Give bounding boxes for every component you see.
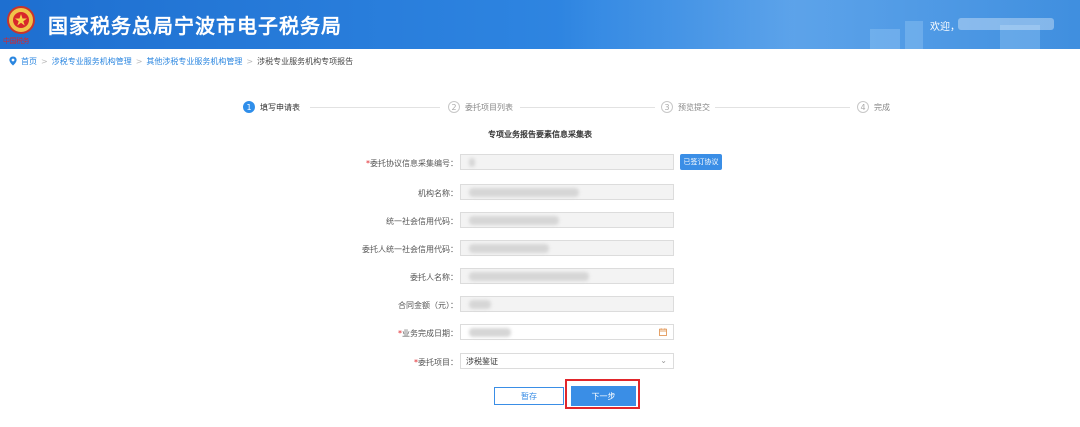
redacted-value: [469, 158, 475, 167]
client-credit-code-field[interactable]: [460, 240, 674, 256]
label-text: 委托人名称：: [410, 273, 458, 282]
step-commission-list: 2 委托项目列表: [448, 101, 517, 113]
signed-agreement-button[interactable]: 已签订协议: [680, 154, 722, 170]
breadcrumb-tax-agency-management[interactable]: 涉税专业服务机构管理: [52, 56, 132, 67]
field-label-completion-date: *业务完成日期：: [300, 328, 458, 339]
completion-date-field[interactable]: [460, 324, 674, 340]
agreement-number-field[interactable]: [460, 154, 674, 170]
step-label: 预览提交: [678, 102, 710, 112]
label-text: 委托协议信息采集编号：: [370, 159, 458, 168]
form-title: 专项业务报告要素信息采集表: [488, 130, 592, 139]
client-name-field[interactable]: [460, 268, 674, 284]
redacted-value: [469, 328, 511, 337]
commission-item-select[interactable]: 涉税鉴证 ⌄: [460, 353, 674, 369]
step-connector: [520, 107, 655, 108]
label-text: 合同金额（元）：: [398, 301, 458, 310]
step-fill-application: 1 填写申请表: [243, 101, 300, 113]
step-number: 2: [448, 101, 460, 113]
breadcrumb-separator: >: [41, 56, 48, 66]
app-title: 国家税务总局宁波市电子税务局: [48, 14, 342, 38]
step-connector: [310, 107, 440, 108]
label-text: 委托人统一社会信用代码：: [362, 245, 458, 254]
field-label-agreement-number: *委托协议信息采集编号：: [300, 158, 458, 169]
header-building: [905, 21, 923, 49]
step-number: 1: [243, 101, 255, 113]
step-connector: [715, 107, 850, 108]
save-draft-button[interactable]: 暂存: [494, 387, 564, 405]
redacted-value: [469, 244, 549, 253]
location-pin-icon: [9, 56, 17, 66]
field-label-client-credit-code: 委托人统一社会信用代码：: [300, 244, 458, 255]
redacted-value: [469, 216, 559, 225]
user-name-redacted[interactable]: [958, 18, 1054, 30]
label-text: 业务完成日期：: [402, 329, 458, 338]
breadcrumb-separator: >: [246, 56, 254, 66]
field-label-credit-code: 统一社会信用代码：: [300, 216, 458, 227]
field-label-commission-item: *委托项目：: [300, 357, 458, 368]
breadcrumb-home[interactable]: 首页: [21, 56, 37, 67]
redacted-value: [469, 272, 589, 281]
step-complete: 4 完成: [857, 101, 890, 113]
redacted-value: [469, 300, 491, 309]
breadcrumb: 首页 > 涉税专业服务机构管理 > 其他涉税专业服务机构管理 > 涉税专业服务机…: [8, 55, 353, 67]
redacted-value: [469, 188, 579, 197]
label-text: 统一社会信用代码：: [386, 217, 458, 226]
org-name-field[interactable]: [460, 184, 674, 200]
field-label-contract-amount: 合同金额（元）：: [300, 300, 458, 311]
chevron-down-icon: ⌄: [660, 356, 667, 365]
step-preview-submit: 3 预览提交: [661, 101, 714, 113]
contract-amount-field[interactable]: [460, 296, 674, 312]
field-label-org-name: 机构名称：: [300, 188, 458, 199]
step-label: 完成: [874, 102, 890, 112]
commission-item-value: 涉税鉴证: [466, 357, 498, 366]
breadcrumb-current: 涉税专业服务机构专项报告: [257, 56, 354, 66]
next-button-highlight-box: [565, 379, 640, 409]
label-text: 机构名称：: [418, 189, 458, 198]
step-number: 3: [661, 101, 673, 113]
step-label: 填写申请表: [260, 102, 300, 112]
label-text: 委托项目：: [418, 358, 458, 367]
header-building: [870, 29, 900, 49]
national-tax-emblem-icon: [7, 6, 35, 34]
field-label-client-name: 委托人名称：: [300, 272, 458, 283]
breadcrumb-separator: >: [135, 56, 143, 66]
welcome-text: 欢迎，: [930, 22, 960, 33]
breadcrumb-other-agency-management[interactable]: 其他涉税专业服务机构管理: [146, 56, 242, 67]
emblem-caption: 中国税务: [3, 37, 30, 45]
calendar-icon[interactable]: [659, 328, 667, 336]
credit-code-field[interactable]: [460, 212, 674, 228]
app-header: 中国税务 国家税务总局宁波市电子税务局 欢迎，: [0, 0, 1080, 49]
step-number: 4: [857, 101, 869, 113]
step-label: 委托项目列表: [465, 102, 513, 112]
